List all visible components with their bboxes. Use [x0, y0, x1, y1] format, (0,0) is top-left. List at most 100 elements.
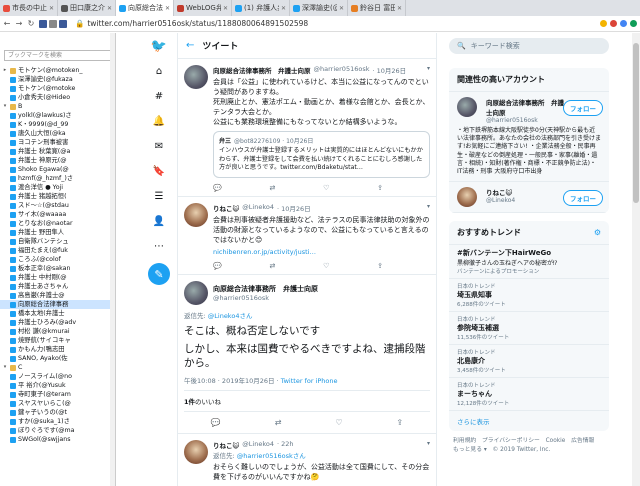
reply-icon[interactable]: 💬 — [213, 262, 222, 270]
back-nav-icon[interactable]: ← — [3, 19, 11, 28]
more-icon[interactable]: ⋯ — [151, 238, 167, 254]
chevron-down-icon[interactable]: ▾ — [427, 440, 430, 447]
bookmark-item[interactable]: 弁護士あさちゃん — [0, 282, 115, 291]
account-card[interactable]: りねこ😺 @Lineko4 フォロー — [449, 182, 609, 214]
extension-icon[interactable] — [610, 20, 617, 27]
bookmark-item[interactable]: 焼野航(サイコキャ — [0, 336, 115, 345]
reply-target-link[interactable]: @Lineko4さん — [208, 312, 253, 320]
bookmark-item[interactable]: 小倉秀夫(@Hideo — [0, 93, 115, 102]
bookmark-item[interactable]: 弁護士 秋葉寛(@a — [0, 147, 115, 156]
bookmark-search-input[interactable]: ブックマークを検索 — [4, 50, 111, 61]
bookmark-item[interactable]: モトケン(@motoke — [0, 84, 115, 93]
retweet-icon[interactable]: ⇄ — [269, 184, 275, 192]
bookmark-scrollbar[interactable] — [110, 33, 115, 486]
reply-target-link[interactable]: @harrier0516oskさん — [237, 452, 306, 460]
expand-toggle-icon[interactable]: ▸ — [2, 66, 8, 75]
share-icon[interactable]: ⇪ — [377, 262, 383, 270]
trend-item[interactable]: 日本のトレンド 北島康介 3,458件のツイート — [449, 345, 609, 379]
bookmark-item[interactable]: SANO, Ayako(佐 — [0, 354, 115, 363]
share-icon[interactable]: ⇪ — [377, 184, 383, 192]
close-icon[interactable]: ✕ — [223, 5, 228, 12]
bookmark-item[interactable]: とりなお(@naotar — [0, 219, 115, 228]
bookmark-item[interactable]: かもん力(鴨志田 — [0, 345, 115, 354]
browser-tab[interactable]: WebLOG弁護士中村✕ — [174, 0, 232, 16]
like-icon[interactable]: ♡ — [323, 184, 329, 192]
bookmark-shortcut-icon[interactable] — [39, 19, 47, 28]
footer-links[interactable]: 利用規約 プライバシーポリシー Cookie 広告情報 もっと見る ▾ © 20… — [449, 437, 609, 455]
trend-item[interactable]: 日本のトレンド まーちゃん 12,128件のツイート — [449, 378, 609, 412]
author-name[interactable]: 向原総合法律事務所 弁護士向原 — [213, 65, 311, 75]
close-icon[interactable]: ✕ — [49, 5, 54, 12]
author-name[interactable]: 向原総合法律事務所 弁護士向原 — [213, 284, 318, 294]
bookmark-item[interactable]: 平 裕介(@Yusuk — [0, 381, 115, 390]
extension-icon[interactable] — [620, 20, 627, 27]
bookmark-item[interactable]: 弁護士ひろみ(@adv — [0, 318, 115, 327]
browser-tab[interactable]: 田口康之介と小保✕ — [58, 0, 116, 16]
account-card[interactable]: 向原総合法律事務所 弁護士向原 @harrier0516osk フォロー ・地下… — [449, 92, 609, 183]
reply-icon[interactable]: 💬 — [211, 418, 221, 427]
tweet-time[interactable]: · 10月26日 — [277, 203, 311, 213]
expand-toggle-icon[interactable]: ▾ — [2, 363, 8, 372]
bookmark-item[interactable]: すか(@suka_1)さ — [0, 417, 115, 426]
follow-button[interactable]: フォロー — [563, 100, 603, 116]
close-icon[interactable]: ✕ — [281, 5, 286, 12]
author-handle[interactable]: @harrier0516osk — [213, 294, 318, 302]
avatar[interactable] — [184, 439, 208, 464]
bookmark-item[interactable]: SWGol(@swjjans — [0, 435, 115, 444]
author-handle[interactable]: @harrier0516osk — [314, 65, 370, 75]
gear-icon[interactable]: ⚙ — [594, 228, 601, 237]
bookmark-item[interactable]: ぼりぐろです(@ma — [0, 426, 115, 435]
bookmark-item[interactable]: 弁護士 野田隼人 — [0, 228, 115, 237]
author-name[interactable]: りねこ😺 — [213, 440, 239, 450]
bookmark-item[interactable]: yolkl(@lawkus)さ — [0, 111, 115, 120]
messages-envelope-icon[interactable]: ✉ — [151, 138, 167, 154]
bookmark-item[interactable]: 弁護士 猪越拓恒( — [0, 192, 115, 201]
bookmark-item[interactable]: Shoko Egawa(@ — [0, 165, 115, 174]
account-name[interactable]: 向原総合法律事務所 弁護士向原 — [486, 97, 566, 117]
like-icon[interactable]: ♡ — [323, 262, 329, 270]
bookmark-item[interactable]: ころふ(@colof — [0, 255, 115, 264]
share-icon[interactable]: ⇪ — [396, 418, 403, 427]
bookmark-item[interactable]: hzmf(@_hzmf_)さ — [0, 174, 115, 183]
chevron-down-icon[interactable]: ▾ — [427, 65, 430, 72]
show-more-link[interactable]: さらに表示 — [449, 411, 609, 431]
home-icon[interactable]: ⌂ — [151, 63, 167, 79]
profile-icon[interactable]: 👤 — [151, 213, 167, 229]
bookmark-item[interactable]: 板本正幸(@sakan — [0, 264, 115, 273]
bookmark-item[interactable]: 福田たまえ(@fuk — [0, 246, 115, 255]
reply-icon[interactable]: 💬 — [213, 184, 222, 192]
tweet[interactable]: 向原総合法律事務所 弁護士向原 @harrier0516osk · 10月26日… — [178, 59, 436, 197]
account-handle[interactable]: @harrier0516osk — [486, 117, 566, 124]
page-scrollbar[interactable] — [632, 33, 640, 486]
lists-icon[interactable]: ☰ — [151, 188, 167, 204]
client-link[interactable]: Twitter for iPhone — [281, 377, 338, 385]
avatar[interactable] — [184, 280, 208, 305]
quoted-tweet[interactable]: 弁三 @bot82276109 · 10月26日 インハウスが弁護士登録するメリ… — [213, 131, 430, 178]
trend-item[interactable]: #新バンテーン下HairWeGo 黒柳徹子さんの玉ねぎヘアの秘密が⁉ バンテーンによ… — [449, 245, 609, 280]
author-name[interactable]: りねこ😺 — [213, 203, 239, 213]
trend-item[interactable]: 日本のトレンド 埼玉県知事 6,288件のツイート — [449, 279, 609, 313]
bookmark-shortcut-icon[interactable] — [59, 19, 67, 28]
tweet[interactable]: りねこ😺 @Lineko4 · 10月26日 会費は刑事被疑者弁護援助など、法テ… — [178, 197, 436, 275]
tweet-time[interactable]: · 10月26日 — [372, 65, 406, 75]
twitter-bird-icon[interactable]: 🐦 — [151, 38, 167, 54]
bookmark-item[interactable]: 向原総合法律事務 — [0, 300, 115, 309]
bookmark-item[interactable]: 深澤諭史(@fukaza — [0, 75, 115, 84]
tweet-time[interactable]: · 22h — [277, 440, 294, 450]
browser-tab[interactable]: (1) 弁護人弁護士表✕ — [232, 0, 290, 16]
search-input[interactable]: 🔍 キーワード検索 — [449, 38, 609, 54]
bookmark-item[interactable]: 弁護士 中村剛(@ — [0, 273, 115, 282]
compose-tweet-button[interactable]: ✎ — [148, 263, 170, 285]
bookmark-item[interactable]: 高島巌(弁護士@ — [0, 291, 115, 300]
trend-item[interactable]: 日本のトレンド 参院埼玉補選 11,536件のツイート — [449, 312, 609, 346]
bookmark-folder[interactable]: ▾ C — [0, 363, 115, 372]
bookmark-folder[interactable]: ▸ モトケン(@motoken_ — [0, 66, 115, 75]
author-handle[interactable]: @Lineko4 — [242, 440, 274, 450]
likes-count[interactable]: 1件のいいね — [184, 389, 430, 411]
bookmark-shortcut-icon[interactable] — [49, 19, 57, 28]
tweet-timestamp[interactable]: 午後10:08 · 2019年10月26日 · — [184, 377, 281, 385]
bookmarks-icon[interactable]: 🔖 — [151, 163, 167, 179]
bookmark-item[interactable]: スド～☆(@stdau — [0, 201, 115, 210]
follow-button[interactable]: フォロー — [563, 190, 603, 207]
scroll-thumb[interactable] — [633, 43, 639, 203]
